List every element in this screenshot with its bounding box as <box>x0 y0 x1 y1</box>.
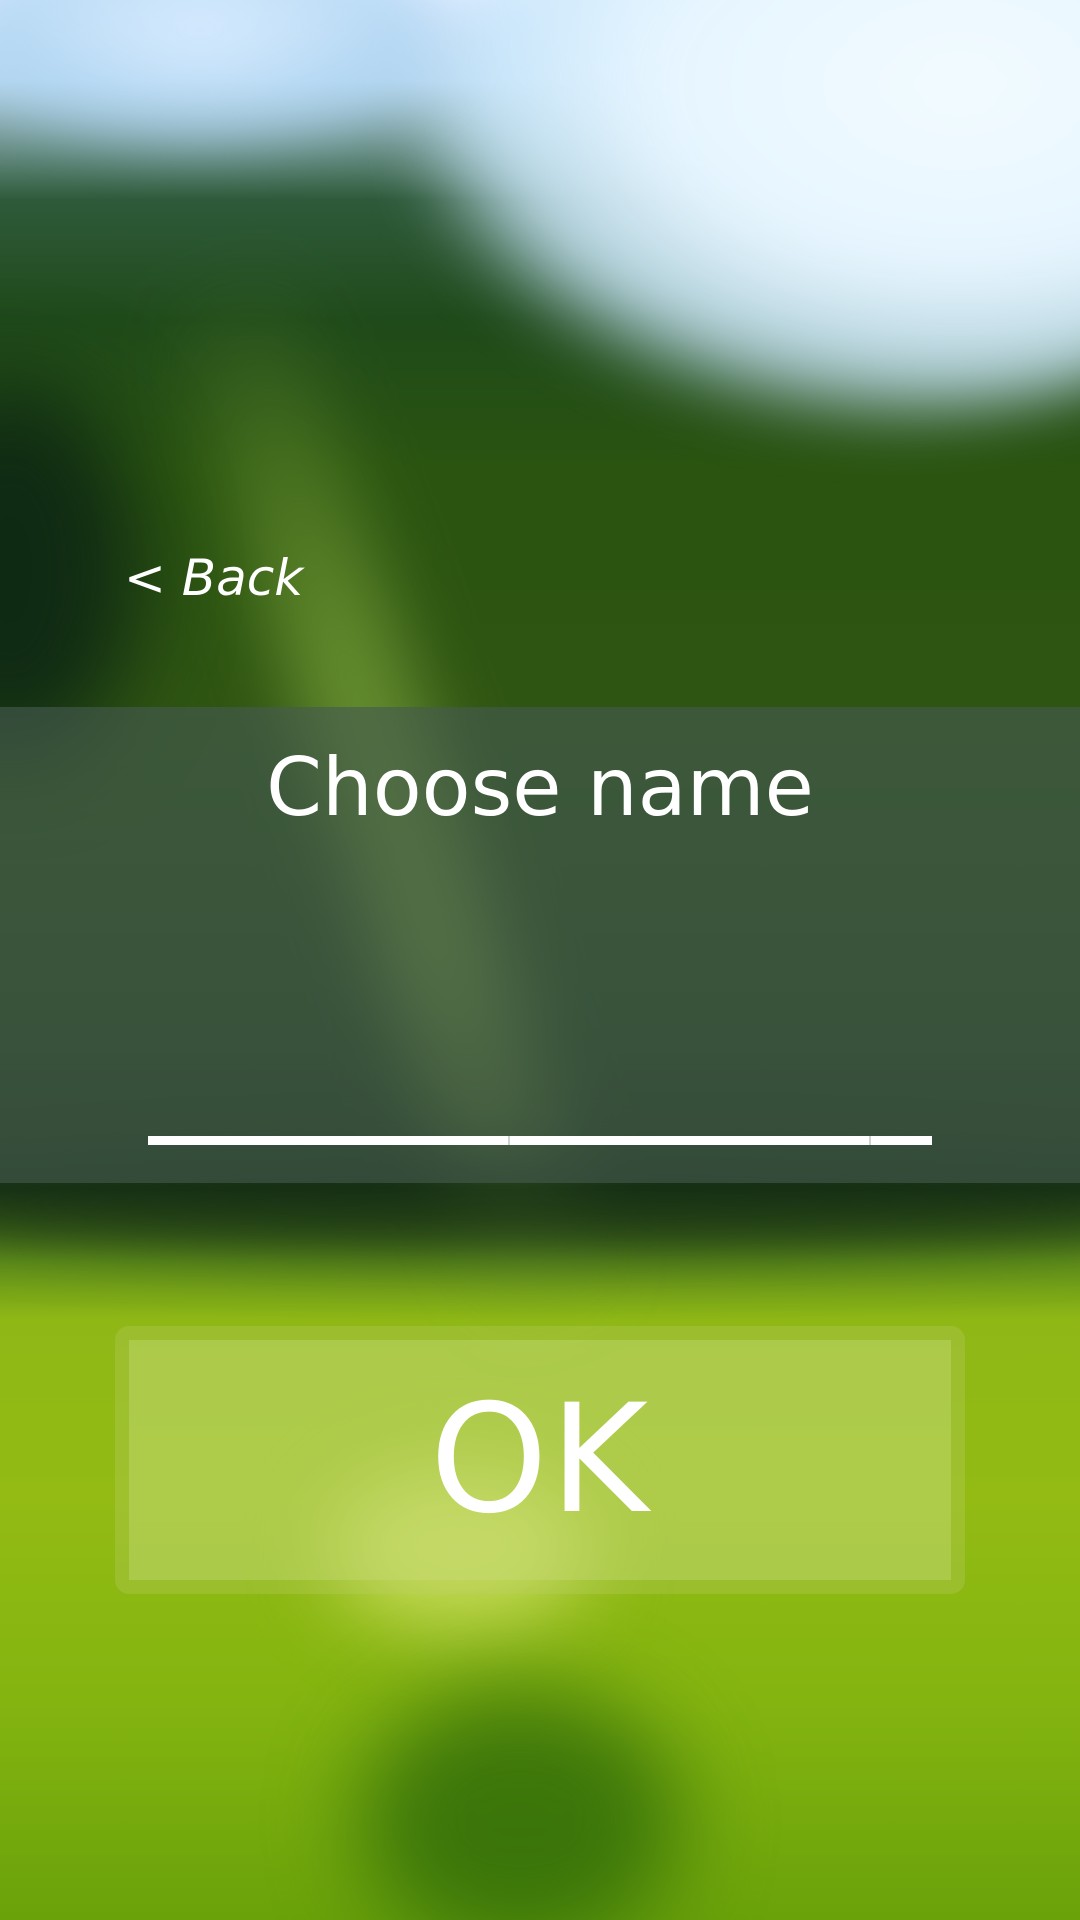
ok-button[interactable]: OK <box>115 1326 965 1594</box>
dark-foliage-bottom <box>360 1690 680 1920</box>
ok-button-face: OK <box>129 1340 951 1580</box>
ok-button-label: OK <box>429 1373 651 1547</box>
dialog-title: Choose name <box>266 741 814 834</box>
back-link[interactable]: < Back <box>124 548 303 608</box>
name-input-underline <box>148 1136 932 1145</box>
name-input[interactable] <box>148 1060 932 1140</box>
sky-highlight <box>420 0 1080 420</box>
sky-highlight-left <box>0 0 460 150</box>
input-underline-tick <box>869 1136 871 1145</box>
dark-foliage-left <box>0 380 140 760</box>
input-underline-tick <box>508 1136 510 1145</box>
